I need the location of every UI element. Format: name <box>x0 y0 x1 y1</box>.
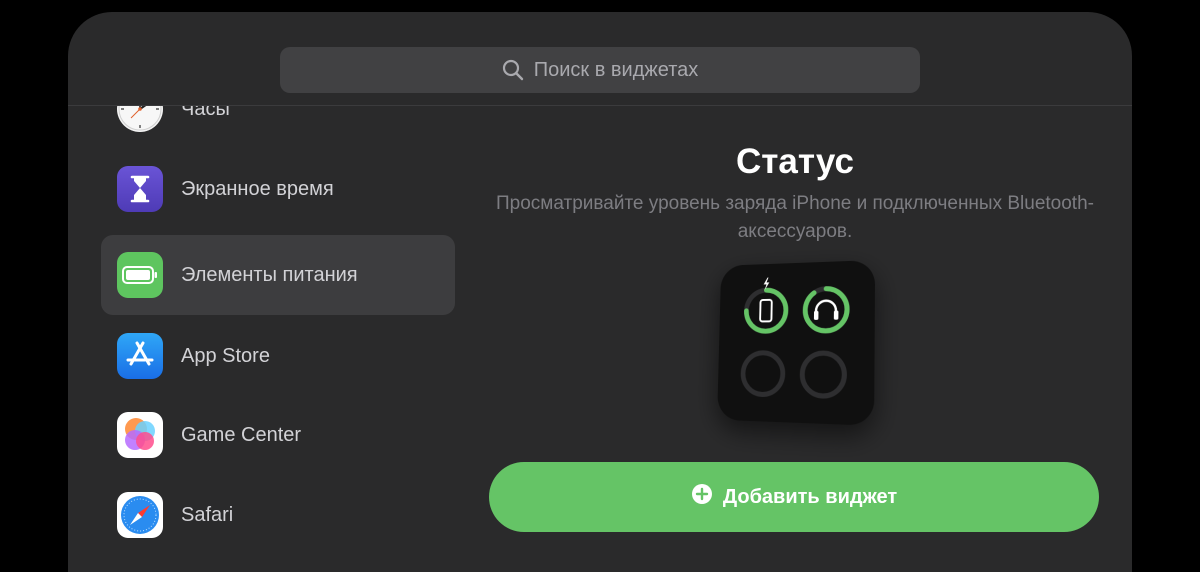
list-item-screen-time[interactable]: Экранное время <box>101 149 455 229</box>
batteries-widget-preview[interactable] <box>717 259 876 426</box>
widget-detail: Статус Просматривайте уровень заряда iPh… <box>488 106 1102 572</box>
list-item-batteries[interactable]: Элементы питания <box>101 235 455 315</box>
battery-ring <box>743 353 784 395</box>
plus-circle-icon <box>691 483 713 511</box>
battery-icon <box>117 252 163 298</box>
app-label: Часы <box>181 106 230 120</box>
app-label: Экранное время <box>181 178 334 200</box>
iphone-icon <box>760 300 772 322</box>
list-item-safari[interactable]: Safari <box>101 475 455 555</box>
widget-gallery-panel: Поиск в виджетах Часы Экранное время Эле… <box>68 12 1132 572</box>
add-widget-button[interactable]: Добавить виджет <box>489 462 1099 532</box>
widget-app-list: Часы Экранное время Элементы питания App… <box>68 106 468 572</box>
headphones-cup <box>833 310 839 320</box>
app-label: Safari <box>181 504 234 526</box>
game-center-icon <box>117 412 163 458</box>
headphones-cup <box>813 310 819 320</box>
add-widget-label: Добавить виджет <box>722 485 898 508</box>
search-placeholder: Поиск в виджетах <box>533 58 699 81</box>
battery-rings <box>717 277 875 426</box>
app-store-icon <box>117 333 163 379</box>
list-item-app-store[interactable]: App Store <box>101 316 455 396</box>
battery-ring <box>802 353 845 397</box>
search-input[interactable]: Поиск в виджетах <box>280 47 920 93</box>
headphones-icon <box>816 301 836 316</box>
battery-ring <box>805 288 847 331</box>
widget-description: Просматривайте уровень заряда iPhone и п… <box>496 193 1094 242</box>
clock-icon <box>117 106 163 132</box>
app-label: Game Center <box>181 424 302 446</box>
compass-icon <box>117 492 163 538</box>
app-label: App Store <box>181 345 270 367</box>
app-label: Элементы питания <box>181 264 358 286</box>
battery-ring <box>746 277 787 331</box>
list-item-clock[interactable]: Часы <box>101 106 455 149</box>
list-item-game-center[interactable]: Game Center <box>101 395 455 475</box>
search-icon <box>502 59 524 81</box>
widget-title: Статус <box>736 142 854 181</box>
hourglass-icon <box>117 166 163 212</box>
